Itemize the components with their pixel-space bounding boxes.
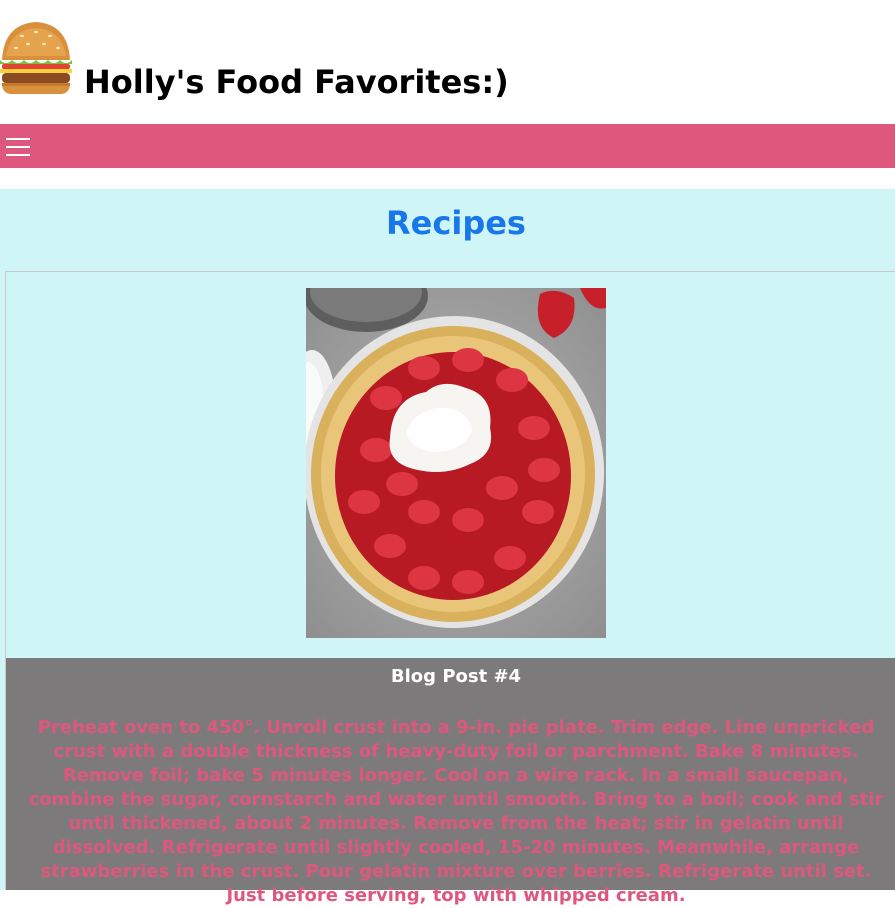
burger-icon[interactable] (0, 20, 72, 96)
strawberry-pie-photo (306, 288, 606, 638)
recipe-instructions: Preheat oven to 450°. Unroll crust into … (28, 717, 884, 906)
post-title: Blog Post #4 (390, 666, 522, 687)
hamburger-menu-icon[interactable] (6, 136, 32, 158)
site-title: Holly's Food Favorites:) (84, 63, 509, 101)
navbar (0, 124, 895, 168)
section-title: Recipes (386, 204, 526, 242)
site-header: Holly's Food Favorites:) (0, 0, 895, 124)
